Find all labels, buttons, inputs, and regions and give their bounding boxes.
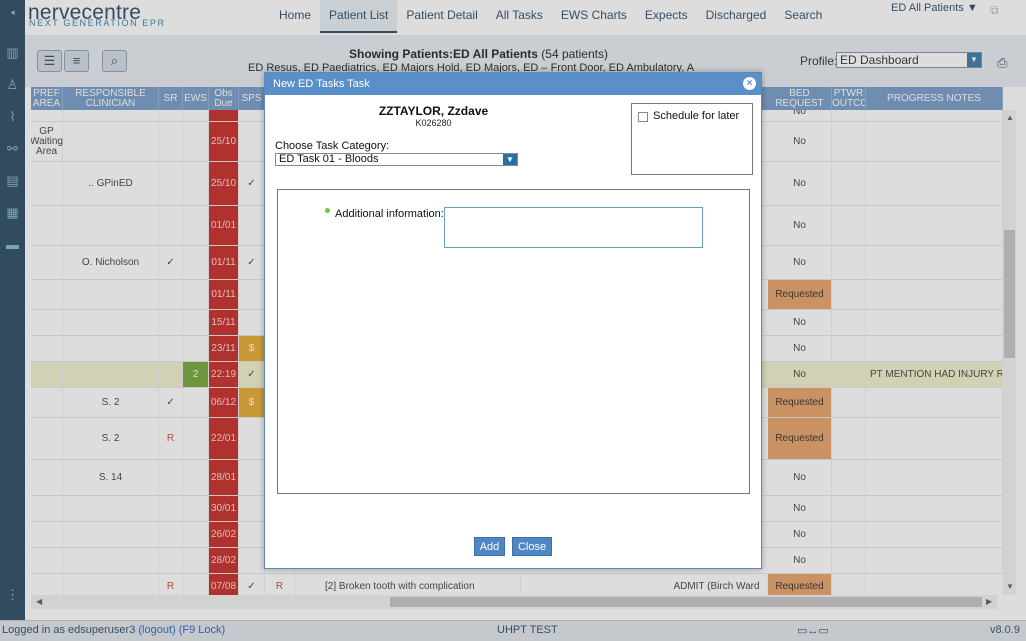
schedule-later-checkbox[interactable] (638, 112, 648, 122)
task-category-select[interactable]: ED Task 01 - Bloods ▼ (275, 153, 518, 166)
patient-name: ZZTAYLOR, Zzdave (378, 104, 489, 118)
add-button[interactable]: Add (474, 537, 505, 556)
patient-id: K026280 (415, 118, 452, 128)
additional-info-input[interactable] (444, 207, 703, 248)
task-details-panel: Additional information: (277, 189, 750, 494)
dialog-title: New ED Tasks Task × (265, 73, 761, 95)
schedule-panel: Schedule for later (631, 103, 753, 175)
schedule-later-label[interactable]: Schedule for later (653, 110, 739, 122)
close-icon[interactable]: × (743, 77, 756, 90)
new-task-dialog: New ED Tasks Task × ZZTAYLOR, Zzdave K02… (264, 72, 762, 569)
close-button[interactable]: Close (512, 537, 552, 556)
additional-info-label: Additional information: (335, 208, 444, 220)
chevron-down-icon: ▼ (503, 154, 517, 165)
required-indicator-icon (325, 208, 330, 213)
task-category-label: Choose Task Category: (275, 140, 390, 152)
